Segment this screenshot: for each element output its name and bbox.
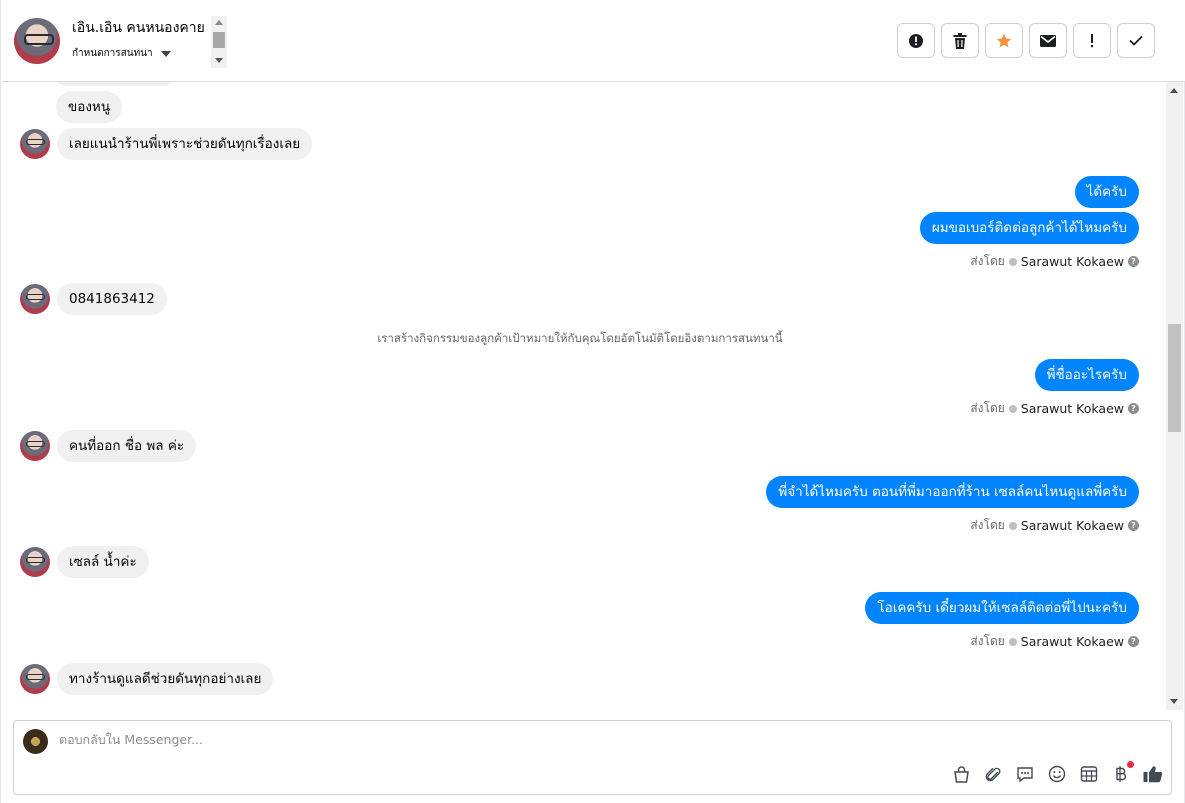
delete-button[interactable] <box>941 23 979 58</box>
scroll-down-arrow-icon[interactable] <box>1170 699 1178 704</box>
star-button[interactable] <box>985 23 1023 58</box>
message-bubble[interactable] <box>56 82 174 86</box>
message-bubble[interactable]: ทางร้านดูแลดีช่วยดันทุกอย่างเลย <box>57 663 274 695</box>
message-incoming: ของหนู <box>56 91 123 123</box>
check-icon <box>1129 35 1143 46</box>
reply-composer <box>13 720 1172 795</box>
message-incoming: เซลล์ น้ำค่ะ <box>20 546 149 578</box>
message-incoming: ทางร้านดูแลดีช่วยดันทุกอย่างเลย <box>20 663 274 695</box>
sender-status-icon <box>1008 257 1017 266</box>
exclamation-icon <box>1091 33 1093 47</box>
contact-avatar-small[interactable] <box>20 129 50 159</box>
message-bubble[interactable]: ของหนู <box>56 91 123 123</box>
message-bubble[interactable]: เลยแนนำร้านพี่เพราะช่วยดันทุกเรื่องเลย <box>57 128 313 160</box>
sender-status-icon <box>1008 404 1017 413</box>
contact-name[interactable]: เอิน.เอิน คนหนองคาย <box>72 16 212 40</box>
trash-icon <box>953 32 967 49</box>
paperclip-icon[interactable] <box>983 763 1003 785</box>
scroll-up-arrow-icon[interactable] <box>215 20 223 25</box>
thumbs-up-icon[interactable] <box>1143 763 1163 785</box>
scroll-thumb[interactable] <box>1168 324 1181 432</box>
sender-name: Sarawut Kokaew <box>1020 254 1124 269</box>
star-icon <box>996 33 1012 47</box>
scroll-down-arrow-icon[interactable] <box>215 58 223 63</box>
help-icon[interactable]: ? <box>1128 403 1139 414</box>
conversation-header: เอิน.เอิน คนหนองคาย กำหนดการสนทนา <box>2 0 1185 82</box>
sent-by-label: ส่งโดย <box>970 634 1005 648</box>
message-outgoing[interactable]: พี่ชื่ออะไรครับ <box>1034 359 1139 391</box>
help-icon[interactable]: ? <box>1128 520 1139 531</box>
contact-avatar-small[interactable] <box>20 664 50 694</box>
sent-by-row: ส่งโดย Sarawut Kokaew ? <box>970 252 1139 271</box>
contact-avatar-small[interactable] <box>20 284 50 314</box>
page-avatar <box>23 729 48 754</box>
status-dropdown[interactable]: กำหนดการสนทนา <box>72 46 212 61</box>
sent-by-row: ส่งโดย Sarawut Kokaew ? <box>970 399 1139 418</box>
scroll-up-arrow-icon[interactable] <box>1170 88 1178 93</box>
reply-input[interactable] <box>59 732 659 747</box>
message-bubble[interactable]: เซลล์ น้ำค่ะ <box>57 546 149 578</box>
contact-avatar-small[interactable] <box>20 431 50 461</box>
inbox-conversation-panel: เอิน.เอิน คนหนองคาย กำหนดการสนทนา ของหนู… <box>0 0 1185 803</box>
mark-spam-button[interactable] <box>897 23 935 58</box>
emoji-icon[interactable] <box>1047 763 1067 785</box>
thread-scrollbar[interactable] <box>1166 82 1183 710</box>
payment-icon[interactable] <box>1111 761 1134 785</box>
contact-info: เอิน.เอิน คนหนองคาย กำหนดการสนทนา <box>72 16 212 68</box>
follow-up-button[interactable] <box>1073 23 1111 58</box>
message-outgoing[interactable]: ได้ครับ <box>1074 176 1139 208</box>
sender-name: Sarawut Kokaew <box>1020 634 1124 649</box>
composer-toolbar <box>951 761 1163 785</box>
system-note: เราสร้างกิจกรรมของลูกค้าเป้าหมายให้กับคุ… <box>377 331 783 345</box>
message-outgoing[interactable]: ผมขอเบอร์ติดต่อลูกค้าได้ไหมครับ <box>919 212 1139 244</box>
appointment-icon[interactable] <box>1079 763 1099 785</box>
notification-dot <box>1127 761 1134 768</box>
message-incoming: คนที่ออก ชื่อ พล ค่ะ <box>20 430 197 462</box>
message-incoming: 0841863412 <box>20 283 167 315</box>
sent-by-label: ส่งโดย <box>970 518 1005 532</box>
header-info-scrollbar[interactable] <box>211 16 227 68</box>
sent-by-label: ส่งโดย <box>970 401 1005 415</box>
contact-avatar-small[interactable] <box>20 547 50 577</box>
help-icon[interactable]: ? <box>1128 256 1139 267</box>
message-bubble[interactable]: คนที่ออก ชื่อ พล ค่ะ <box>57 430 197 462</box>
message-thread: ของหนู เลยแนนำร้านพี่เพราะช่วยดันทุกเรื่… <box>2 82 1166 710</box>
message-incoming-partial <box>56 82 174 86</box>
help-icon[interactable]: ? <box>1128 636 1139 647</box>
message-outgoing[interactable]: พี่จำได้ไหมครับ ตอนที่พี่มาออกที่ร้าน เซ… <box>766 476 1139 508</box>
message-outgoing[interactable]: โอเคครับ เดี๋ยวผมให้เซลล์ติดต่อพี่ไปนะคร… <box>865 592 1139 624</box>
sender-name: Sarawut Kokaew <box>1020 518 1124 533</box>
sent-by-label: ส่งโดย <box>970 254 1005 268</box>
message-incoming: เลยแนนำร้านพี่เพราะช่วยดันทุกเรื่องเลย <box>20 128 313 160</box>
message-bubble[interactable]: 0841863412 <box>57 283 167 315</box>
sender-status-icon <box>1008 637 1017 646</box>
shopping-bag-icon[interactable] <box>951 763 971 785</box>
envelope-icon <box>1040 34 1056 47</box>
saved-reply-icon[interactable] <box>1015 763 1035 785</box>
sent-by-row: ส่งโดย Sarawut Kokaew ? <box>970 516 1139 535</box>
contact-avatar[interactable] <box>14 18 60 64</box>
sender-status-icon <box>1008 521 1017 530</box>
alert-circle-icon <box>909 33 923 48</box>
header-actions <box>897 23 1155 58</box>
sender-name: Sarawut Kokaew <box>1020 401 1124 416</box>
scroll-thumb[interactable] <box>213 32 225 48</box>
status-label: กำหนดการสนทนา <box>72 48 153 59</box>
mark-done-button[interactable] <box>1117 23 1155 58</box>
sent-by-row: ส่งโดย Sarawut Kokaew ? <box>970 632 1139 651</box>
mark-unread-button[interactable] <box>1029 23 1067 58</box>
caret-down-icon <box>160 50 171 57</box>
